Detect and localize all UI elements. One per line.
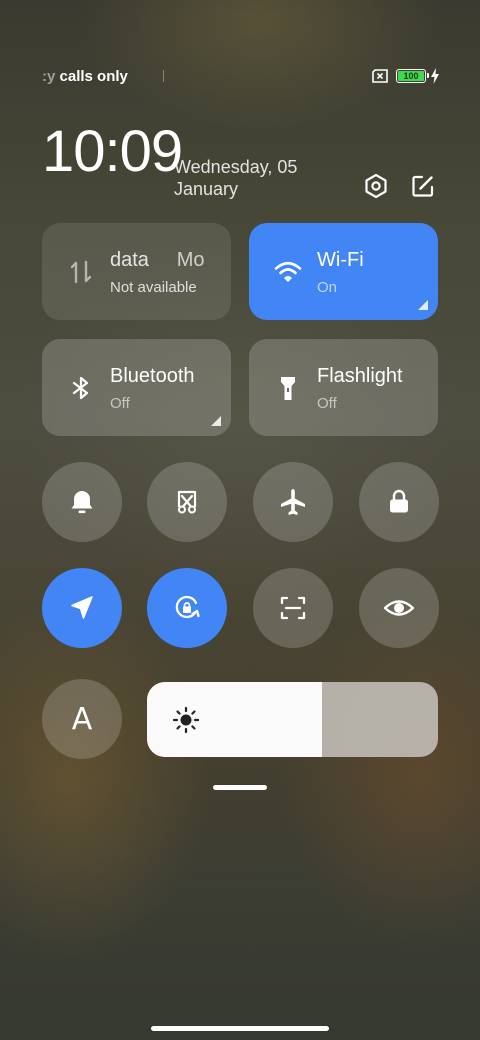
bluetooth-status: Off bbox=[110, 395, 130, 412]
auto-brightness-toggle[interactable]: A bbox=[42, 679, 122, 759]
edit-icon[interactable] bbox=[409, 172, 437, 200]
flashlight-tile[interactable]: Flashlight Off bbox=[249, 339, 438, 436]
status-divider bbox=[163, 70, 164, 82]
wifi-title: Wi-Fi bbox=[317, 249, 364, 271]
screenshot-toggle[interactable] bbox=[147, 462, 227, 542]
battery-icon: 100 bbox=[396, 69, 429, 83]
wifi-icon bbox=[274, 261, 302, 282]
wifi-tile[interactable]: Wi-Fi On bbox=[249, 223, 438, 320]
wifi-status: On bbox=[317, 279, 338, 296]
mobile-data-icon bbox=[70, 260, 92, 284]
sun-icon bbox=[172, 706, 200, 734]
date-line-2: January bbox=[174, 179, 239, 199]
screenshot-icon bbox=[177, 490, 197, 514]
home-indicator[interactable] bbox=[151, 1026, 329, 1031]
airplane-mode-toggle[interactable] bbox=[253, 462, 333, 542]
rotation-lock-icon bbox=[175, 595, 200, 619]
date: Wednesday, 05 January bbox=[174, 156, 297, 200]
location-icon bbox=[71, 596, 93, 619]
scanner-toggle[interactable] bbox=[253, 568, 333, 648]
battery-level: 100 bbox=[398, 71, 424, 81]
wifi-expand-icon[interactable] bbox=[418, 300, 428, 310]
auto-brightness-label: A bbox=[71, 701, 93, 737]
lock-screen-toggle[interactable] bbox=[359, 462, 439, 542]
eye-icon bbox=[383, 600, 415, 616]
location-toggle[interactable] bbox=[42, 568, 122, 648]
flashlight-title: Flashlight bbox=[317, 365, 403, 387]
mobile-data-status: Not available bbox=[110, 279, 197, 296]
flashlight-status: Off bbox=[317, 395, 337, 412]
flashlight-icon bbox=[281, 377, 295, 400]
mobile-data-title: data Mo bbox=[110, 249, 205, 271]
lock-icon bbox=[390, 489, 408, 513]
bluetooth-icon bbox=[72, 376, 89, 400]
bluetooth-expand-icon[interactable] bbox=[211, 416, 221, 426]
scan-icon bbox=[280, 596, 306, 620]
carrier-label: :y calls only bbox=[42, 68, 128, 85]
brightness-slider[interactable] bbox=[147, 682, 438, 757]
date-line-1: Wednesday, 05 bbox=[174, 157, 298, 177]
sound-toggle[interactable] bbox=[42, 462, 122, 542]
charging-bolt-icon bbox=[431, 68, 439, 84]
settings-icon[interactable] bbox=[362, 172, 390, 200]
rotation-lock-toggle[interactable] bbox=[147, 568, 227, 648]
reading-mode-toggle[interactable] bbox=[359, 568, 439, 648]
panel-drag-handle[interactable] bbox=[213, 785, 267, 790]
mobile-data-tile[interactable]: data Mo Not available bbox=[42, 223, 231, 320]
status-bar: :y calls only 100 bbox=[0, 64, 480, 90]
sim-no-service-icon bbox=[372, 69, 388, 83]
bluetooth-tile[interactable]: Bluetooth Off bbox=[42, 339, 231, 436]
bluetooth-title: Bluetooth bbox=[110, 365, 195, 387]
bell-icon bbox=[71, 491, 93, 514]
airplane-icon bbox=[281, 489, 305, 515]
clock: 10:09 bbox=[42, 119, 183, 184]
